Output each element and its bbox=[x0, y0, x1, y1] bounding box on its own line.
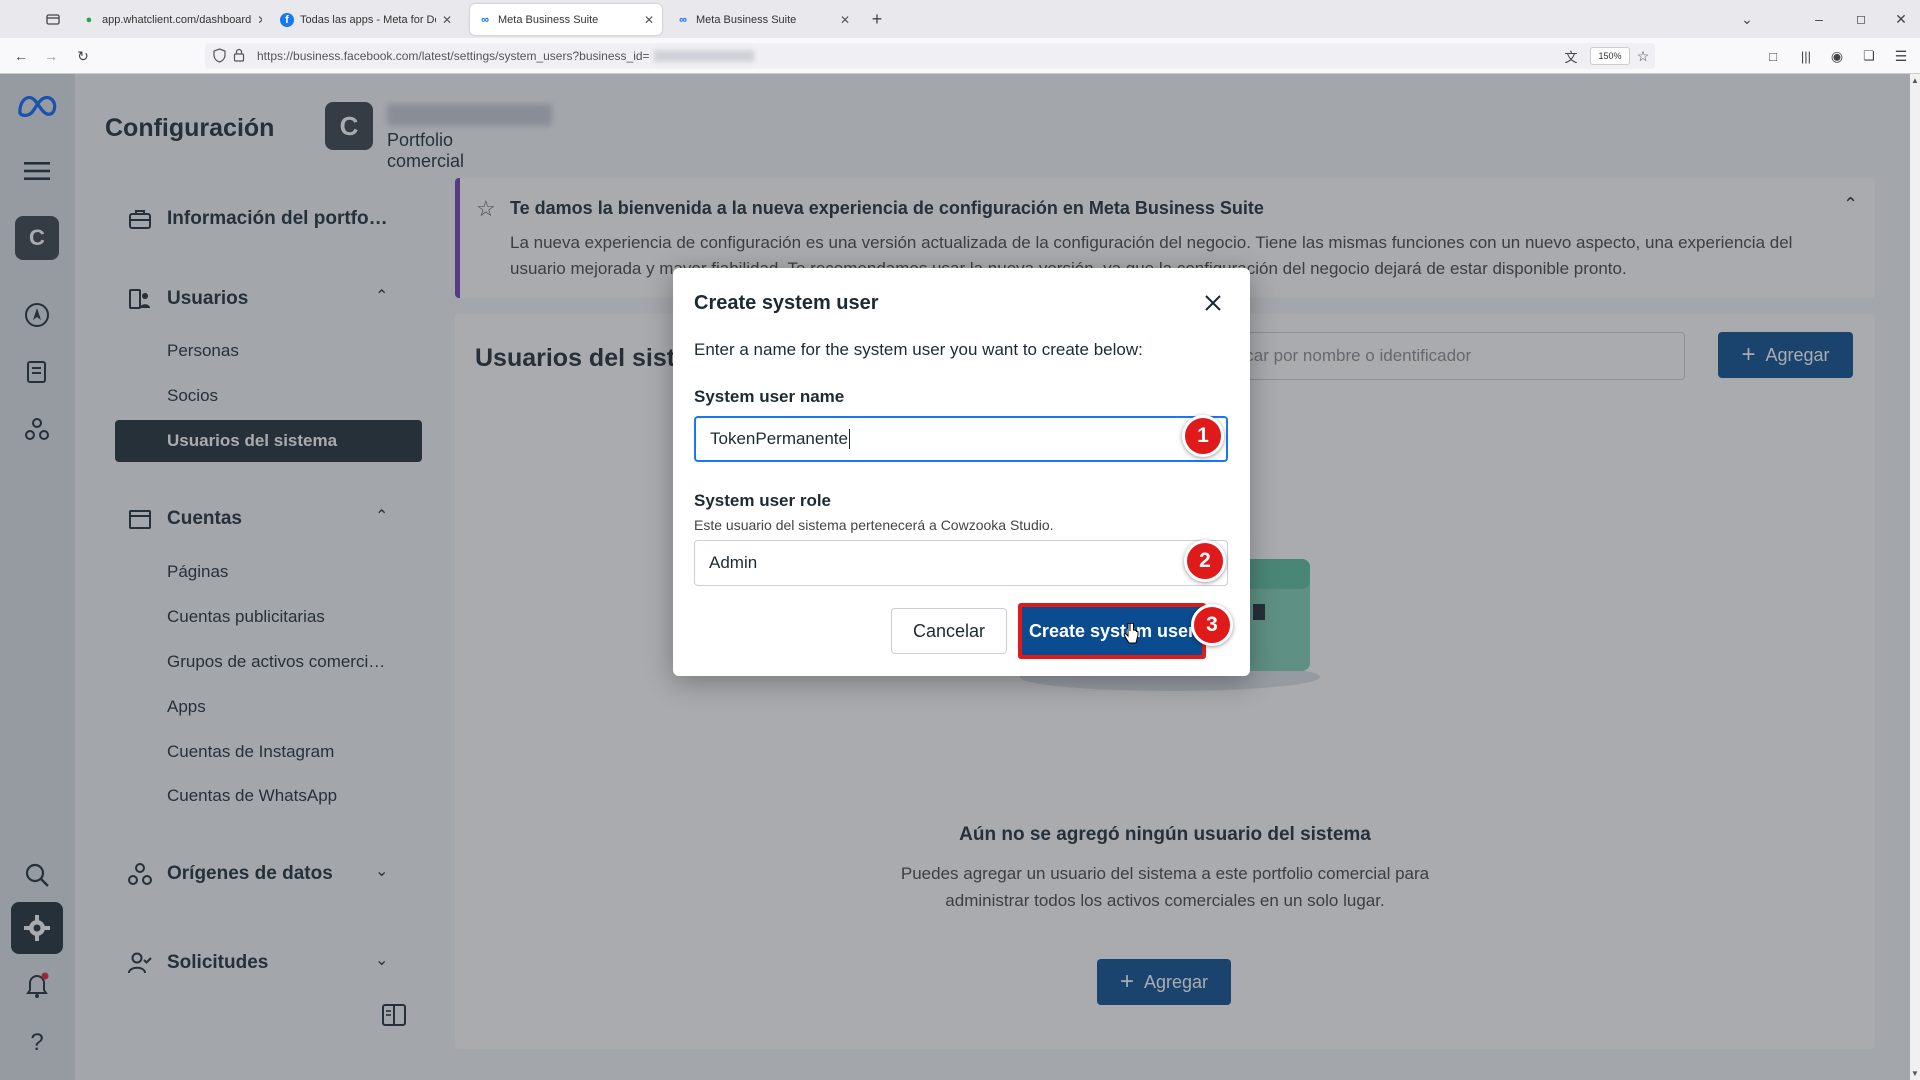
meta-logo-icon: ∞ bbox=[481, 13, 489, 26]
select-value: Admin bbox=[709, 553, 758, 572]
dialog-title: Create system user bbox=[694, 292, 879, 314]
input-value: TokenPermanente bbox=[710, 429, 848, 448]
close-tab-icon[interactable]: ✕ bbox=[436, 13, 452, 27]
system-user-role-helper: Este usuario del sistema pertenecerá a C… bbox=[694, 517, 1054, 533]
account-icon[interactable]: ◉ bbox=[1826, 45, 1848, 67]
bookmark-star-icon[interactable]: ☆ bbox=[1632, 45, 1654, 67]
system-user-name-label: System user name bbox=[694, 387, 845, 406]
dialog-description: Enter a name for the system user you wan… bbox=[694, 340, 1143, 359]
text-caret bbox=[848, 429, 850, 449]
whatclient-icon: ● bbox=[85, 13, 93, 26]
scroll-down-icon[interactable]: ▼ bbox=[1911, 1069, 1919, 1078]
tab-overflow-chevron-icon[interactable]: ⌄ bbox=[1736, 8, 1758, 30]
new-tab-icon[interactable]: + bbox=[866, 8, 888, 30]
lock-icon bbox=[233, 48, 245, 65]
extensions-icon[interactable]: ❏ bbox=[1858, 45, 1880, 67]
facebook-icon: f bbox=[280, 12, 294, 27]
shield-icon bbox=[213, 48, 226, 66]
scroll-up-icon[interactable]: ▲ bbox=[1911, 76, 1919, 85]
window-close-icon[interactable]: ✕ bbox=[1890, 8, 1912, 30]
browser-tab-bar: ● app.whatclient.com/dashboard ✕ f Todas… bbox=[0, 0, 1920, 38]
create-system-user-dialog: Create system user Enter a name for the … bbox=[673, 268, 1250, 676]
cancel-button[interactable]: Cancelar bbox=[891, 608, 1007, 654]
translate-icon[interactable]: 文 bbox=[1560, 45, 1582, 67]
url-redacted bbox=[653, 50, 754, 62]
close-tab-icon[interactable]: ✕ bbox=[251, 13, 262, 27]
maximize-icon[interactable]: ◻ bbox=[1850, 8, 1872, 30]
tab-title: Meta Business Suite bbox=[696, 13, 797, 26]
step-badge-1: 1 bbox=[1182, 415, 1224, 457]
forward-icon[interactable]: → bbox=[40, 45, 62, 67]
zoom-level[interactable]: 150% bbox=[1590, 47, 1630, 65]
tab-list-icon[interactable] bbox=[42, 8, 64, 30]
system-user-role-label: System user role bbox=[694, 491, 832, 510]
menu-icon[interactable]: ☰ bbox=[1890, 45, 1912, 67]
system-user-name-input[interactable]: TokenPermanente bbox=[694, 416, 1228, 462]
step-badge-2: 2 bbox=[1184, 540, 1226, 582]
browser-tab-1[interactable]: ● app.whatclient.com/dashboard ✕ bbox=[74, 4, 262, 35]
pocket-icon[interactable]: □ bbox=[1762, 45, 1784, 67]
browser-nav-bar: ← → ↻ https://business.facebook.com/late… bbox=[0, 38, 1920, 74]
browser-tab-3[interactable]: ∞ Meta Business Suite ✕ bbox=[470, 4, 662, 35]
address-bar[interactable]: https://business.facebook.com/latest/set… bbox=[205, 43, 1655, 69]
system-user-role-select[interactable]: Admin bbox=[694, 540, 1228, 586]
tab-title: Todas las apps - Meta for Devel… bbox=[300, 13, 436, 26]
tab-title: app.whatclient.com/dashboard bbox=[102, 13, 252, 26]
back-icon[interactable]: ← bbox=[10, 45, 32, 67]
reload-icon[interactable]: ↻ bbox=[72, 45, 94, 67]
meta-logo-icon: ∞ bbox=[679, 13, 687, 26]
close-tab-icon[interactable]: ✕ bbox=[638, 13, 654, 27]
url-text: https://business.facebook.com/latest/set… bbox=[257, 49, 650, 63]
mouse-cursor-icon bbox=[1123, 622, 1139, 650]
tab-title: Meta Business Suite bbox=[498, 13, 599, 26]
minimize-icon[interactable]: – bbox=[1808, 8, 1830, 30]
step-badge-3: 3 bbox=[1191, 604, 1233, 646]
library-icon[interactable]: ||| bbox=[1795, 45, 1817, 67]
page-scrollbar[interactable]: ▲ ▼ bbox=[1910, 74, 1920, 1080]
close-tab-icon[interactable]: ✕ bbox=[834, 13, 850, 27]
browser-tab-4[interactable]: ∞ Meta Business Suite ✕ bbox=[668, 4, 858, 35]
create-system-user-button[interactable]: Create system user bbox=[1018, 603, 1206, 659]
browser-tab-2[interactable]: f Todas las apps - Meta for Devel… ✕ bbox=[272, 4, 460, 35]
close-icon[interactable] bbox=[1198, 288, 1228, 318]
